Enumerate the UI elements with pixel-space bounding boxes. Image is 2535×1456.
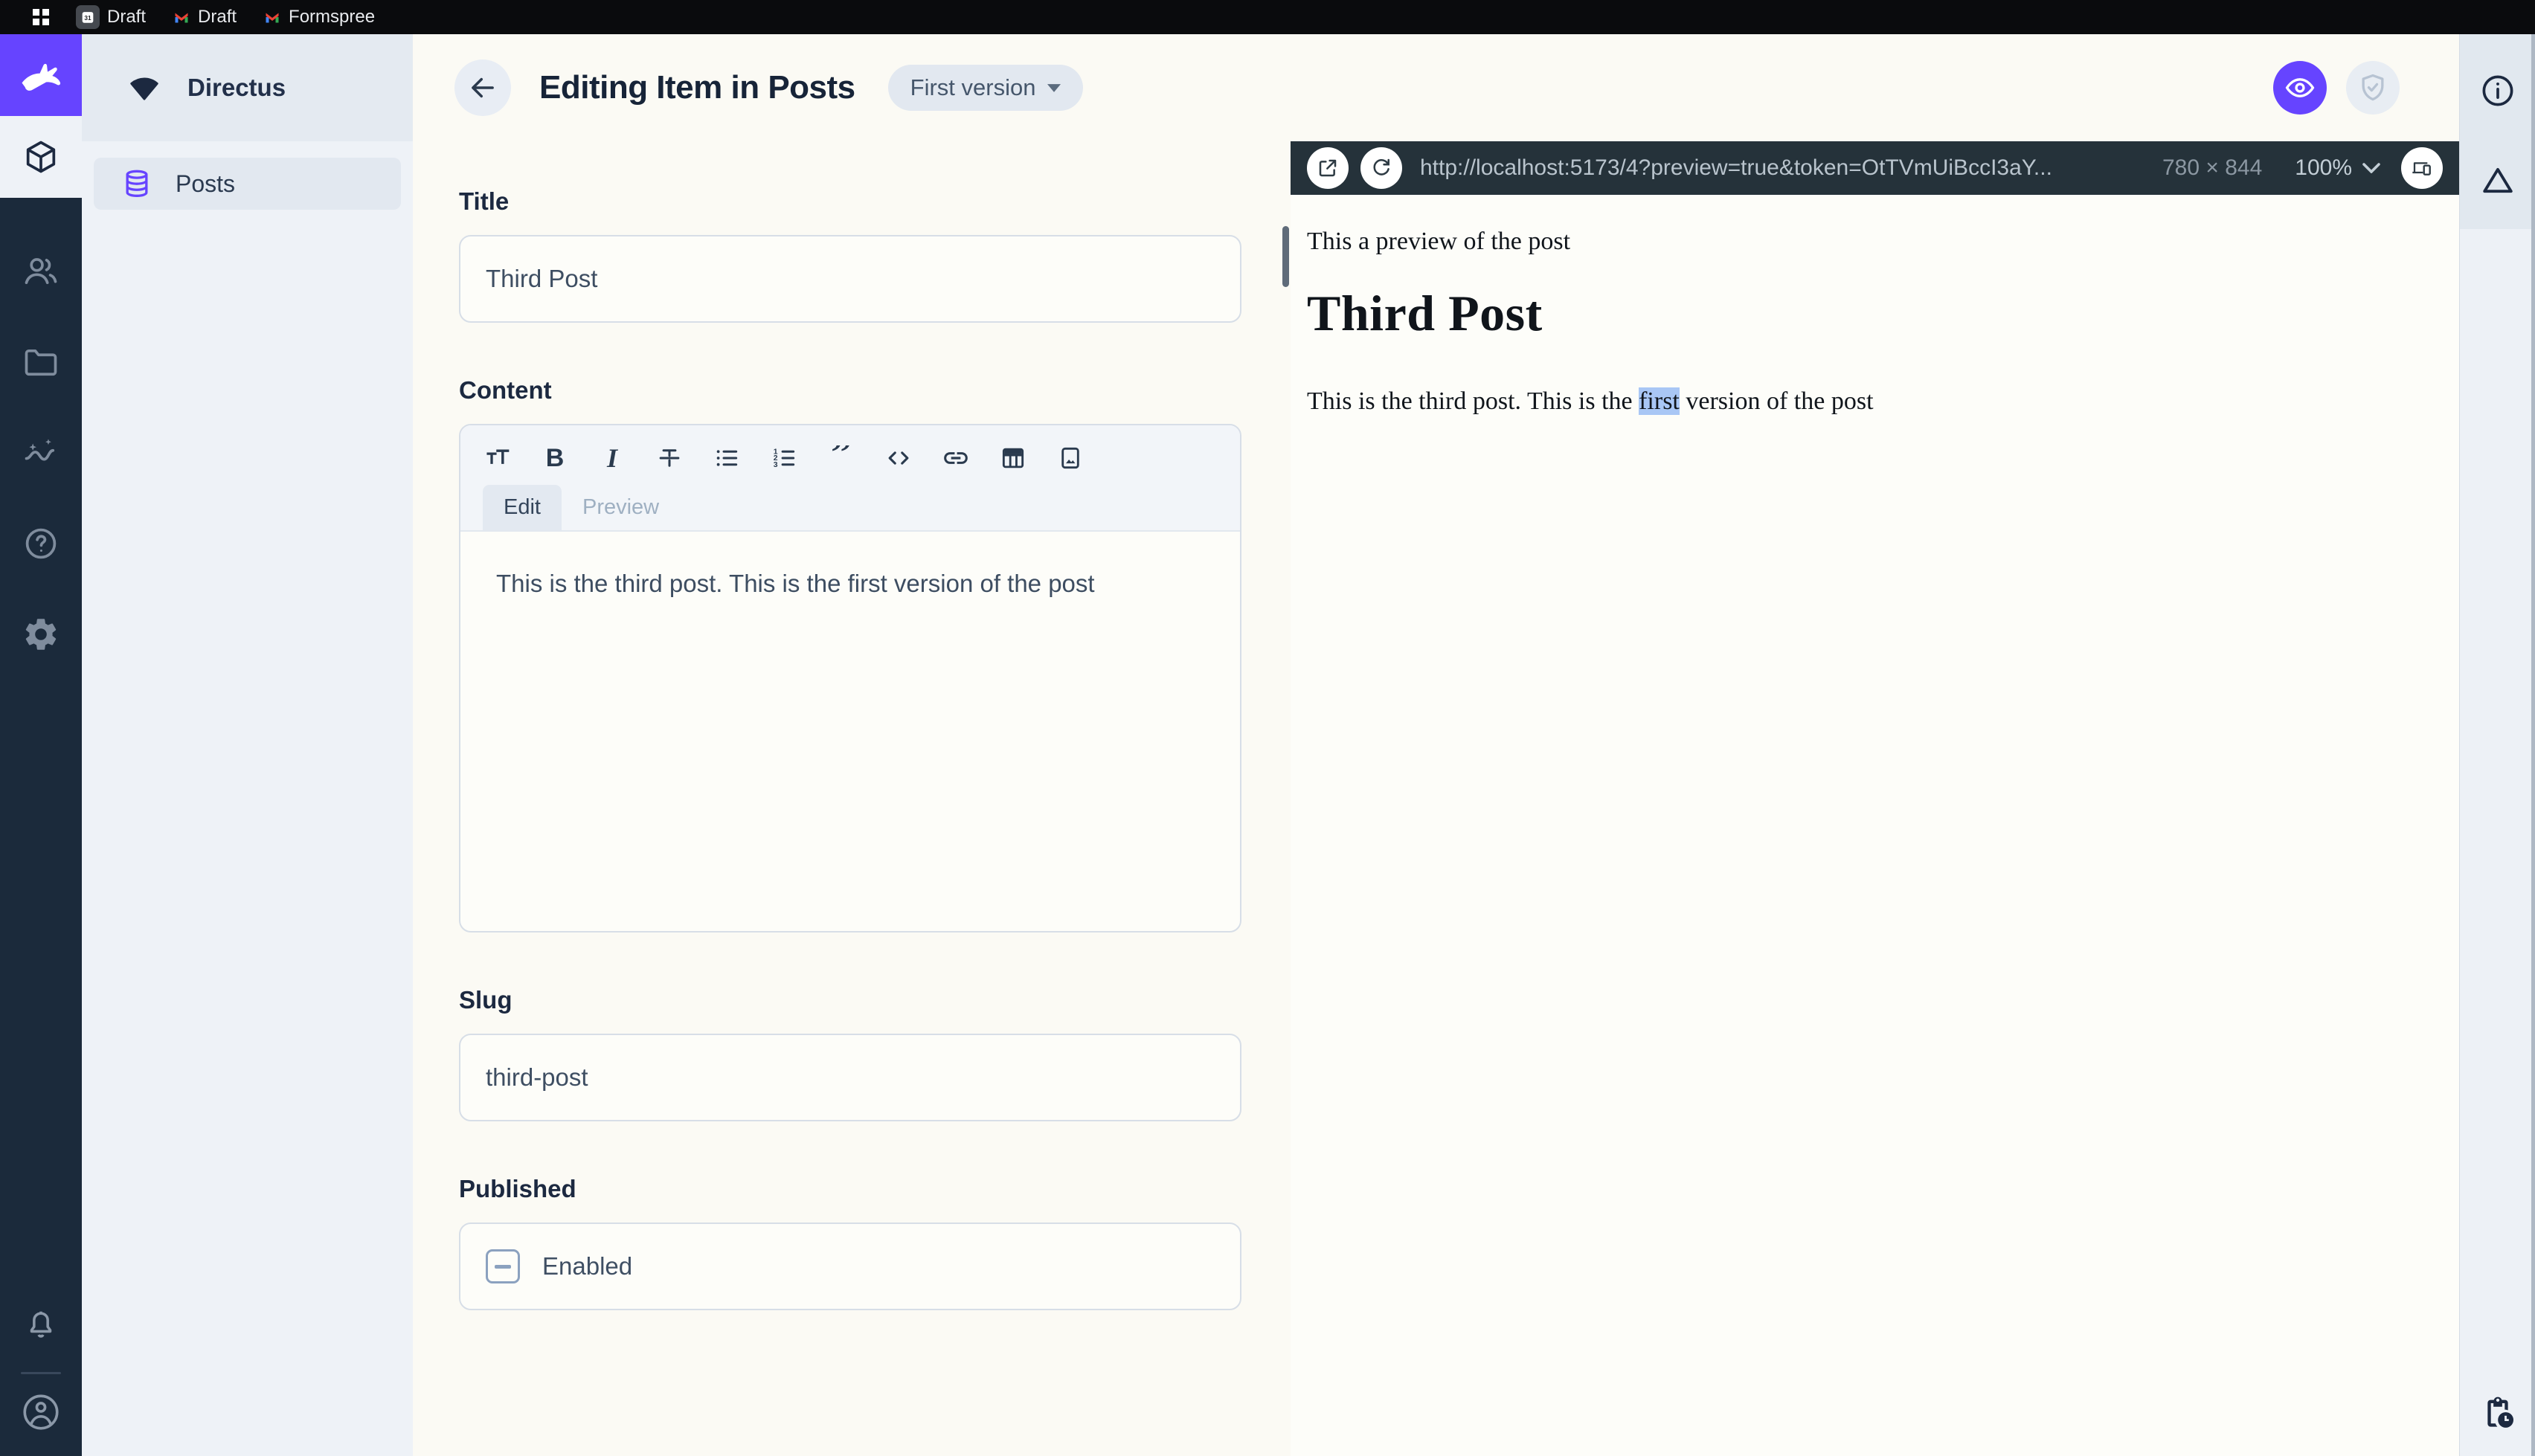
sidebar-item-label: Posts: [176, 170, 236, 197]
notifications-bell-icon[interactable]: [0, 1294, 82, 1353]
window-scrollbar[interactable]: [2531, 34, 2535, 1456]
page-header: Editing Item in Posts First version: [413, 34, 2459, 141]
field-label: Title: [459, 187, 510, 215]
form-scrollbar[interactable]: [1282, 226, 1289, 287]
preview-intro-text: This a preview of the post: [1307, 228, 1571, 255]
sidebar-item-settings[interactable]: [0, 589, 82, 680]
browser-tab-label: Draft: [198, 7, 237, 27]
preview-url-bar: http://localhost:5173/4?preview=true&tok…: [1291, 141, 2459, 195]
preview-dimensions: 780 × 844: [2162, 155, 2263, 180]
arrow-left-icon: [472, 77, 494, 98]
right-sidebar-rail: [2459, 34, 2535, 1456]
checkbox-indeterminate-icon[interactable]: [486, 1249, 520, 1283]
devices-icon: [2412, 162, 2431, 175]
format-size-icon[interactable]: [483, 443, 513, 473]
app-window: 31 Draft Draft Formspree Directus Posts …: [0, 0, 2535, 1456]
page-title: Editing Item in Posts: [539, 69, 855, 106]
published-toggle[interactable]: Enabled: [459, 1223, 1241, 1310]
triangle-icon[interactable]: [2478, 161, 2517, 199]
ordered-list-icon[interactable]: 123: [769, 443, 799, 473]
refresh-icon: [1373, 158, 1389, 175]
editor-toolbar: B I 123 ”: [460, 425, 1240, 477]
browser-tab-label: Formspree: [289, 7, 376, 27]
browser-tab-formspree[interactable]: Formspree: [263, 7, 375, 28]
preview-body-text: This is the third post. This is the firs…: [1307, 387, 1874, 415]
item-edit-form: Title Content B I: [413, 141, 1291, 1456]
content-textarea[interactable]: This is the third post. This is the firs…: [496, 566, 1204, 893]
project-logo-icon: [130, 77, 158, 100]
bold-icon[interactable]: B: [540, 443, 570, 473]
link-icon[interactable]: [941, 443, 971, 473]
sidebar-item-content[interactable]: [0, 116, 82, 198]
module-bar: [0, 34, 82, 1456]
navigation-sidebar: Directus Posts: [82, 34, 413, 1456]
zoom-value: 100%: [2295, 155, 2352, 180]
field-label: Content: [459, 376, 552, 404]
live-preview-button[interactable]: [2273, 61, 2327, 115]
module-bar-divider: [21, 1372, 61, 1374]
google-calendar-icon: 31: [76, 5, 100, 29]
preview-document: This a preview of the post Third Post Th…: [1291, 195, 2459, 416]
user-avatar[interactable]: [0, 1386, 82, 1438]
zoom-select[interactable]: 100%: [2295, 155, 2380, 181]
field-title: Title: [459, 187, 1241, 323]
browser-tab-draft-calendar[interactable]: 31 Draft: [76, 5, 146, 29]
project-name: Directus: [187, 74, 286, 101]
version-selector[interactable]: First version: [887, 65, 1084, 111]
sidebar-item-docs[interactable]: [0, 498, 82, 589]
gmail-icon: [263, 8, 281, 26]
field-slug: Slug: [459, 986, 1241, 1121]
refresh-button[interactable]: [1360, 147, 1402, 189]
back-button[interactable]: [454, 59, 511, 116]
checkbox-label: Enabled: [542, 1252, 633, 1280]
preview-heading: Third Post: [1307, 285, 1543, 341]
responsive-mode-button[interactable]: [2401, 147, 2443, 189]
title-input[interactable]: [459, 235, 1241, 323]
chevron-down-icon: [1047, 83, 1061, 92]
table-icon[interactable]: [998, 443, 1028, 473]
directus-logo[interactable]: [0, 34, 82, 116]
sidebar-item-users[interactable]: [0, 226, 82, 317]
live-preview-panel: http://localhost:5173/4?preview=true&tok…: [1291, 141, 2459, 1456]
tab-edit[interactable]: Edit: [483, 485, 562, 530]
sidebar-item-files[interactable]: [0, 317, 82, 408]
sidebar-item-insights[interactable]: [0, 408, 82, 498]
version-label: First version: [910, 74, 1036, 100]
image-icon[interactable]: [1056, 443, 1085, 473]
shield-check-icon: [2362, 74, 2384, 101]
gmail-icon: [173, 8, 190, 26]
italic-icon[interactable]: I: [597, 443, 627, 473]
editor-tabs: Edit Preview: [460, 477, 1240, 532]
field-published: Published Enabled: [459, 1175, 1241, 1310]
field-content: Content B I 1 2 3 ” Edit Preview This is…: [459, 376, 1241, 932]
markdown-editor: B I 123 ” Edit Preview This is the third…: [459, 424, 1241, 932]
external-link-icon: [1319, 159, 1337, 177]
browser-tab-strip: 31 Draft Draft Formspree: [0, 0, 2535, 34]
tab-preview[interactable]: Preview: [562, 485, 680, 530]
preview-url[interactable]: http://localhost:5173/4?preview=true&tok…: [1420, 155, 2162, 181]
svg-text:3: 3: [774, 461, 778, 469]
info-icon[interactable]: [2478, 71, 2517, 110]
svg-text:31: 31: [84, 15, 91, 22]
clipboard-clock-icon[interactable]: [2478, 1394, 2517, 1432]
blockquote-icon[interactable]: ”: [826, 443, 856, 473]
eye-icon: [2285, 78, 2315, 97]
highlighted-text: first: [1639, 387, 1680, 415]
strikethrough-icon[interactable]: [655, 443, 684, 473]
browser-tab-label: Draft: [107, 7, 147, 27]
bullet-list-icon[interactable]: [712, 443, 742, 473]
open-in-new-button[interactable]: [1307, 147, 1349, 189]
sidebar-item-posts[interactable]: Posts: [94, 158, 401, 210]
save-button[interactable]: [2346, 61, 2400, 115]
code-icon[interactable]: [884, 443, 913, 473]
field-label: Slug: [459, 986, 513, 1014]
chevron-down-icon: [2362, 163, 2380, 173]
tab-grid-icon[interactable]: [33, 9, 49, 25]
database-icon: [126, 170, 148, 197]
slug-input[interactable]: [459, 1034, 1241, 1121]
field-label: Published: [459, 1175, 576, 1202]
browser-tab-draft-gmail[interactable]: Draft: [173, 7, 237, 28]
project-header[interactable]: Directus: [82, 34, 413, 141]
